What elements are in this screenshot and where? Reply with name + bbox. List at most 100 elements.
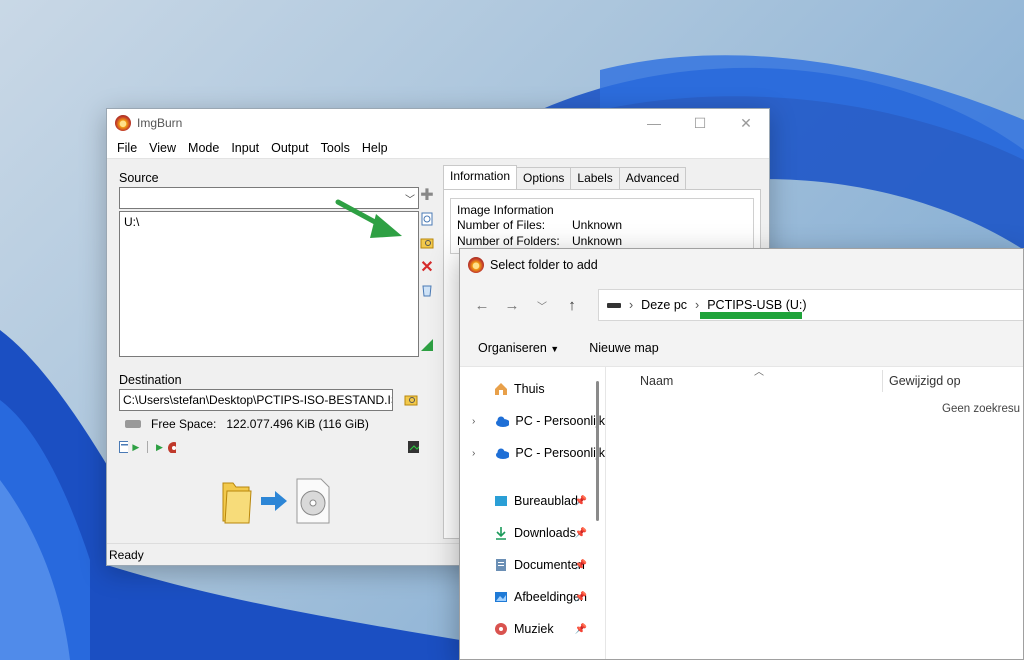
menu-input[interactable]: Input <box>225 141 265 155</box>
home-icon <box>495 383 507 395</box>
nav-item-pictures[interactable]: Afbeeldingen 📌 <box>460 581 605 613</box>
nav-item-documents[interactable]: Documenten 📌 <box>460 549 605 581</box>
image-information-group: Image Information Number of Files: Unkno… <box>450 198 754 254</box>
command-bar: Organiseren ▼ Nieuwe map <box>460 329 1023 367</box>
breadcrumb-item[interactable]: Deze pc <box>641 298 687 312</box>
tab-options[interactable]: Options <box>516 167 572 189</box>
nav-item-onedrive-2[interactable]: › PC - Persoonlijk <box>460 437 605 469</box>
navigation-pane: Thuis › PC - Persoonlijk › PC - Persoonl… <box>460 367 606 659</box>
sort-caret-icon: ︿ <box>754 367 764 378</box>
menu-tools[interactable]: Tools <box>315 141 356 155</box>
cloud-icon <box>496 448 510 459</box>
column-header-name[interactable]: Naam <box>606 374 882 388</box>
pin-icon[interactable]: 📌 <box>575 624 587 635</box>
browse-folder-icon[interactable] <box>419 235 435 251</box>
source-toolbar: ✚ ✕ <box>419 187 437 361</box>
imgburn-app-icon <box>115 115 131 131</box>
highlight-underline <box>700 312 802 319</box>
nav-item-music[interactable]: Muziek 📌 <box>460 613 605 645</box>
destination-label: Destination <box>119 373 182 387</box>
breadcrumb-chevron-icon: › <box>629 298 634 312</box>
nav-item-downloads[interactable]: Downloads 📌 <box>460 517 605 549</box>
menu-output[interactable]: Output <box>265 141 315 155</box>
download-icon <box>496 527 506 540</box>
free-space-label: Free Space: <box>151 417 217 431</box>
close-button[interactable]: ✕ <box>723 109 769 137</box>
cloud-icon <box>496 416 510 427</box>
graph-icon[interactable] <box>408 441 419 453</box>
annotation-arrow <box>335 199 402 238</box>
add-icon[interactable]: ✚ <box>419 187 435 204</box>
tab-strip: Information Options Labels Advanced <box>443 165 761 189</box>
imgburn-titlebar[interactable]: ImgBurn — ☐ ✕ <box>107 109 769 137</box>
forward-arrow-icon[interactable]: → <box>502 297 522 314</box>
status-text: Ready <box>109 547 144 562</box>
arrow-right-icon <box>261 491 287 511</box>
document-icon <box>496 559 506 571</box>
mini-toolbar: ▶ ▶ <box>119 441 419 453</box>
tab-information[interactable]: Information <box>443 165 518 189</box>
menu-view[interactable]: View <box>143 141 182 155</box>
menu-file[interactable]: File <box>111 141 143 155</box>
pin-icon[interactable]: 📌 <box>575 528 587 539</box>
nav-label: Thuis <box>514 382 545 396</box>
minimize-button[interactable]: — <box>631 109 677 137</box>
source-label: Source <box>119 171 159 185</box>
info-row: Number of Files: Unknown <box>457 217 747 233</box>
file-list: ︿ Naam Gewijzigd op Geen zoekresu <box>606 367 1023 659</box>
pin-icon[interactable]: 📌 <box>575 496 587 507</box>
calculate-icon[interactable] <box>419 337 435 353</box>
disc-stop-icon[interactable] <box>167 441 177 453</box>
free-space-row: Free Space: 122.077.496 KiB (116 GiB) <box>119 417 419 431</box>
menu-mode[interactable]: Mode <box>182 141 225 155</box>
breadcrumb-chevron-icon: › <box>695 298 700 312</box>
dropdown-caret-icon: ▼ <box>550 343 560 354</box>
remove-icon[interactable]: ✕ <box>419 259 435 276</box>
image-information-title: Image Information <box>457 203 554 217</box>
tab-advanced[interactable]: Advanced <box>618 167 687 189</box>
log-window-icon[interactable] <box>119 441 129 453</box>
tab-labels[interactable]: Labels <box>570 167 620 189</box>
dialog-title: Select folder to add <box>490 258 598 272</box>
organize-button[interactable]: Organiseren ▼ <box>478 341 559 355</box>
nav-label: Downloads <box>514 526 576 540</box>
play-icon-2[interactable]: ▶ <box>156 442 163 453</box>
info-value: Unknown <box>572 218 623 232</box>
desktop-icon <box>495 496 507 506</box>
menu-help[interactable]: Help <box>356 141 394 155</box>
pin-icon[interactable]: 📌 <box>575 560 587 571</box>
expand-chevron-icon[interactable]: › <box>472 416 483 427</box>
browse-destination-icon[interactable] <box>403 392 419 408</box>
drive-icon <box>607 302 621 308</box>
expand-chevron-icon[interactable]: › <box>472 448 483 459</box>
nav-item-desktop[interactable]: Bureaublad 📌 <box>460 485 605 517</box>
nav-label: PC - Persoonlijk <box>515 446 605 460</box>
new-folder-button[interactable]: Nieuwe map <box>589 341 658 355</box>
info-row: Number of Folders: Unknown <box>457 233 747 249</box>
nav-item-onedrive[interactable]: › PC - Persoonlijk <box>460 405 605 437</box>
drive-icon <box>125 420 141 428</box>
play-icon[interactable]: ▶ <box>132 442 139 453</box>
build-graphic[interactable] <box>219 477 331 525</box>
maximize-button[interactable]: ☐ <box>677 109 723 137</box>
browse-file-icon[interactable] <box>419 211 435 227</box>
empty-message: Geen zoekresu <box>942 403 1020 415</box>
clear-icon[interactable] <box>419 283 435 299</box>
column-header-date[interactable]: Gewijzigd op <box>883 374 961 388</box>
address-bar[interactable]: › Deze pc › PCTIPS-USB (U:) <box>598 289 1023 321</box>
nav-item-home[interactable]: Thuis <box>460 373 605 405</box>
nav-scrollbar[interactable] <box>596 381 599 521</box>
dialog-titlebar[interactable]: Select folder to add <box>460 249 1023 281</box>
breadcrumb-item[interactable]: PCTIPS-USB (U:) <box>707 298 806 312</box>
pin-icon[interactable]: 📌 <box>575 592 587 603</box>
recent-chevron-icon[interactable]: ﹀ <box>532 298 552 313</box>
navigation-bar: ← → ﹀ ↑ › Deze pc › PCTIPS-USB (U:) <box>460 281 1023 329</box>
dialog-body: Thuis › PC - Persoonlijk › PC - Persoonl… <box>460 367 1023 659</box>
destination-combo[interactable]: C:\Users\stefan\Desktop\PCTIPS-ISO-BESTA… <box>119 389 394 411</box>
up-arrow-icon[interactable]: ↑ <box>562 297 582 314</box>
imgburn-app-icon <box>468 257 484 273</box>
nav-label: Muziek <box>514 622 554 636</box>
back-arrow-icon[interactable]: ← <box>472 297 492 314</box>
info-key: Number of Folders: <box>457 234 560 248</box>
folder-icon <box>222 482 252 524</box>
